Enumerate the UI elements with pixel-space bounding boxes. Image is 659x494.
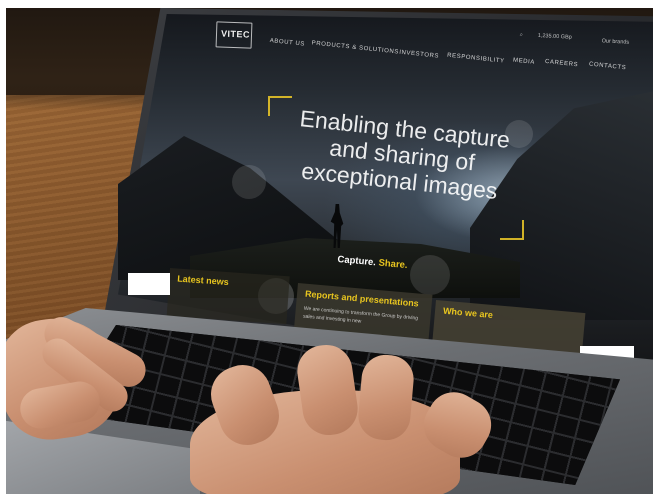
screen-white-tab-left xyxy=(128,273,170,295)
right-hand-finger xyxy=(356,352,416,443)
bokeh-spot xyxy=(232,165,266,199)
latest-news-card[interactable]: Latest news xyxy=(166,268,290,325)
bokeh-spot xyxy=(410,255,450,295)
frame-corner-bottom-right xyxy=(500,220,524,240)
vitec-logo[interactable]: VITEC xyxy=(215,21,253,49)
image-border-right xyxy=(653,0,659,494)
nav-media[interactable]: MEDIA xyxy=(513,58,536,66)
image-border-top xyxy=(0,0,659,8)
latest-news-title: Latest news xyxy=(176,273,230,288)
reports-body: We are continuing to transform the Group… xyxy=(302,305,419,325)
search-icon[interactable]: ⌕ xyxy=(520,32,523,39)
image-border-left xyxy=(0,0,6,494)
photo-scene: VITEC ⌕ 1,235.00 GBp Our brands ABOUT US… xyxy=(0,0,659,494)
share-price: 1,235.00 GBp xyxy=(537,32,572,41)
our-brands-link[interactable]: Our brands xyxy=(601,38,629,45)
logo-text: VITEC xyxy=(220,28,251,40)
